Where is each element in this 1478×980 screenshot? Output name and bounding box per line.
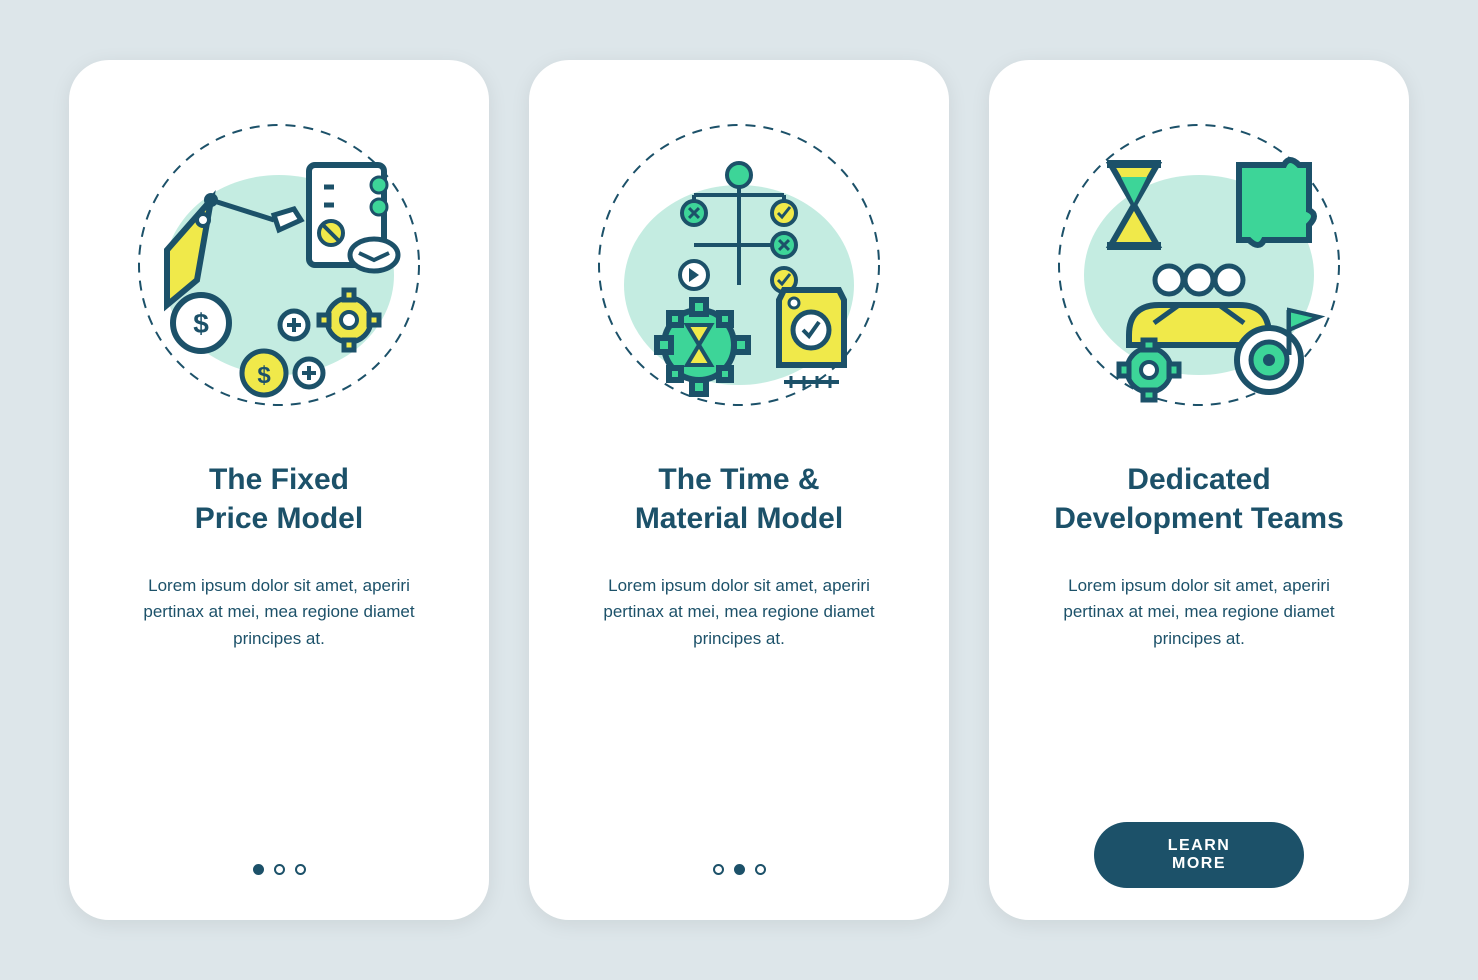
screen-title: The Time &Material Model <box>635 460 843 538</box>
dot-3[interactable] <box>295 864 306 875</box>
pagination-dots <box>69 864 489 875</box>
screen-title: The FixedPrice Model <box>195 460 363 538</box>
dot-1[interactable] <box>713 864 724 875</box>
screen-description: Lorem ipsum dolor sit amet, aperiri pert… <box>119 573 439 652</box>
svg-text:$: $ <box>193 308 209 339</box>
learn-more-button[interactable]: LEARN MORE <box>1094 822 1304 888</box>
fixed-price-illustration: $ $ <box>119 105 439 425</box>
dot-1[interactable] <box>253 864 264 875</box>
svg-text:$: $ <box>257 362 271 389</box>
screen-description: Lorem ipsum dolor sit amet, aperiri pert… <box>579 573 899 652</box>
dedicated-teams-illustration <box>1039 105 1359 425</box>
time-material-illustration <box>579 105 899 425</box>
onboarding-screens-container: $ $ The FixedPr <box>69 60 1409 920</box>
onboarding-screen-2: The Time &Material Model Lorem ipsum dol… <box>529 60 949 920</box>
dot-3[interactable] <box>755 864 766 875</box>
onboarding-screen-1: $ $ The FixedPr <box>69 60 489 920</box>
pagination-dots <box>529 864 949 875</box>
onboarding-screen-3: DedicatedDevelopment Teams Lorem ipsum d… <box>989 60 1409 920</box>
screen-description: Lorem ipsum dolor sit amet, aperiri pert… <box>1039 573 1359 652</box>
dot-2[interactable] <box>734 864 745 875</box>
screen-title: DedicatedDevelopment Teams <box>1054 460 1344 538</box>
dot-2[interactable] <box>274 864 285 875</box>
